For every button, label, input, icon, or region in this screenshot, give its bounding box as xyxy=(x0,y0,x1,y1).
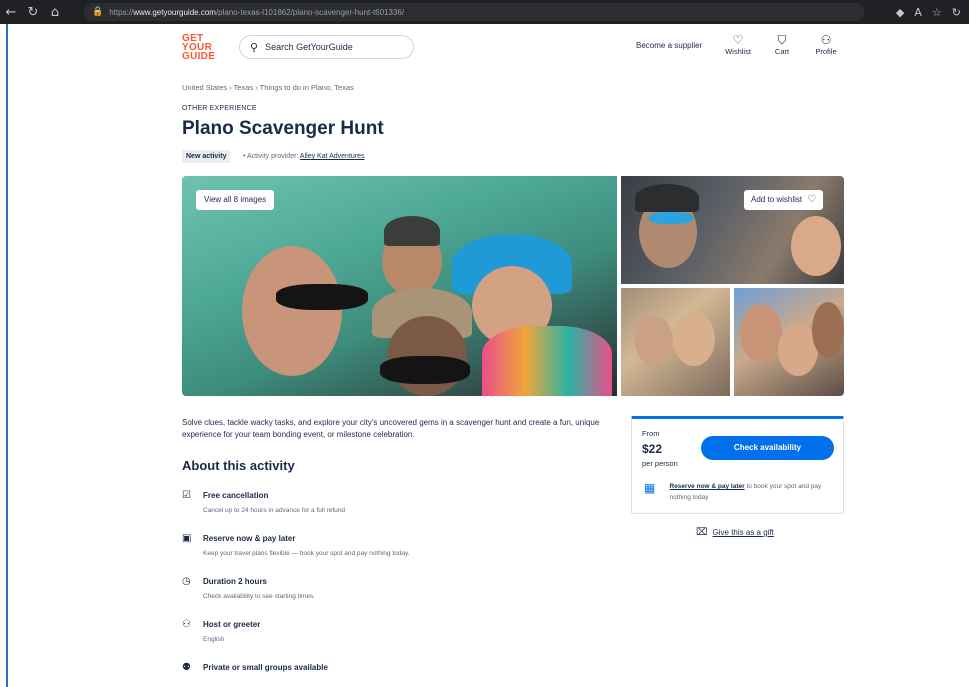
price-value: $22 xyxy=(642,442,663,456)
url-prefix: https:// xyxy=(109,7,134,17)
check-availability-button[interactable]: Check availability xyxy=(701,436,834,460)
read-aloud-icon[interactable]: A xyxy=(914,6,922,19)
wishlist-button[interactable]: ♡ Wishlist xyxy=(718,33,758,56)
browser-toolbar: ← ↻ ⌂ 🔒 https://www.getyourguide.com/pla… xyxy=(0,0,969,24)
feature-detail: Cancel up to 24 hours in advance for a f… xyxy=(203,507,346,514)
provider-prefix: • Activity provider: xyxy=(243,153,299,160)
feature-host: ⚇ Host or greeter English xyxy=(182,619,582,643)
photo-person xyxy=(791,216,841,276)
gift-icon: ⌧ xyxy=(696,527,708,538)
getyourguide-logo[interactable]: GET YOUR GUIDE xyxy=(182,34,216,62)
window-frame xyxy=(0,24,8,687)
photo-person xyxy=(673,312,715,366)
activity-category: OTHER EXPERIENCE xyxy=(182,105,257,112)
photo-cap xyxy=(635,184,699,212)
about-heading: About this activity xyxy=(182,458,295,473)
cart-label: Cart xyxy=(774,47,790,56)
cart-button[interactable]: ⛉ Cart xyxy=(762,33,802,56)
gallery-photo-bottom-left[interactable] xyxy=(621,288,730,396)
booking-card: From $22 per person Check availability ▦… xyxy=(631,416,844,514)
profile-button[interactable]: ⚇ Profile xyxy=(806,33,846,56)
feature-detail: Keep your travel plans flexible — book y… xyxy=(203,550,410,557)
activity-description: Solve clues, tackle wacky tasks, and exp… xyxy=(182,418,600,439)
provider-link[interactable]: Alley Kat Adventures xyxy=(300,153,365,160)
photo-sunglasses xyxy=(276,284,368,310)
search-placeholder: Search GetYourGuide xyxy=(265,42,353,52)
reserve-note: ▦ Reserve now & pay later to book your s… xyxy=(644,481,838,503)
photo-hat xyxy=(384,216,440,246)
reserve-now-link[interactable]: Reserve now & pay later xyxy=(670,483,745,490)
person-speech-icon: ⚇ xyxy=(182,619,191,630)
price-from-label: From xyxy=(642,429,660,438)
give-as-gift-link[interactable]: ⌧ Give this as a gift xyxy=(696,527,774,538)
feature-title: Host or greeter xyxy=(203,620,261,629)
heart-icon: ♡ xyxy=(807,194,817,205)
back-icon[interactable]: ← xyxy=(0,0,22,24)
main-photo[interactable]: View all 8 images xyxy=(182,176,617,396)
photo-person xyxy=(740,304,782,362)
feature-duration: ◷ Duration 2 hours Check availability to … xyxy=(182,576,582,600)
view-all-images-button[interactable]: View all 8 images xyxy=(196,190,275,210)
home-icon[interactable]: ⌂ xyxy=(44,0,66,24)
add-to-wishlist-button[interactable]: Add to wishlist ♡ xyxy=(744,190,824,210)
breadcrumb[interactable]: United States › Texas › Things to do in … xyxy=(182,83,354,92)
feature-detail: English xyxy=(203,636,225,643)
heart-icon: ♡ xyxy=(732,33,744,47)
page-title: Plano Scavenger Hunt xyxy=(182,118,384,139)
photo-sunglasses xyxy=(380,356,470,384)
photo-sunglasses xyxy=(649,212,693,224)
address-bar[interactable]: 🔒 https://www.getyourguide.com/plano-tex… xyxy=(84,3,864,21)
photo-person xyxy=(635,316,673,366)
become-supplier-link[interactable]: Become a supplier xyxy=(636,41,702,50)
feature-title: Reserve now & pay later xyxy=(203,534,296,543)
gallery-photo-top-right[interactable]: Add to wishlist ♡ xyxy=(621,176,844,284)
wishlist-label: Wishlist xyxy=(725,47,751,56)
calendar-check-icon: ☑ xyxy=(182,490,191,501)
image-gallery: View all 8 images Add to wishlist ♡ xyxy=(182,176,844,396)
activity-provider: • Activity provider: Alley Kat Adventure… xyxy=(243,153,365,160)
search-input[interactable]: ⚲ Search GetYourGuide xyxy=(239,35,414,59)
feature-reserve-pay-later: ▣ Reserve now & pay later Keep your trave… xyxy=(182,533,582,557)
new-activity-badge: New activity xyxy=(182,150,231,163)
url-host: www.getyourguide.com xyxy=(133,7,216,17)
feature-free-cancellation: ☑ Free cancellation Cancel up to 24 hours… xyxy=(182,490,582,514)
photo-person xyxy=(812,302,844,358)
card-clock-icon: ▣ xyxy=(182,533,192,544)
group-icon: ⚉ xyxy=(182,662,191,673)
logo-line: GUIDE xyxy=(182,51,216,62)
feature-detail: Check availability to see starting times… xyxy=(203,593,315,600)
refresh-icon[interactable]: ↻ xyxy=(22,0,44,24)
feature-title: Duration 2 hours xyxy=(203,577,268,586)
gallery-photo-bottom-right[interactable] xyxy=(734,288,844,396)
gift-label: Give this as a gift xyxy=(712,528,774,537)
feature-groups: ⚉ Private or small groups available xyxy=(182,662,582,673)
cart-icon: ⛉ xyxy=(777,33,787,47)
search-icon: ⚲ xyxy=(250,40,259,54)
profile-label: Profile xyxy=(815,47,837,56)
add-to-wishlist-label: Add to wishlist xyxy=(751,195,803,204)
copilot-icon[interactable]: ↻ xyxy=(952,6,961,19)
price-per-label: per person xyxy=(642,459,678,468)
extension-icon[interactable]: ◆ xyxy=(896,6,904,19)
calendar-clock-icon: ▦ xyxy=(644,481,656,495)
feature-title: Free cancellation xyxy=(203,491,269,500)
photo-person xyxy=(242,246,342,376)
url-path: /plano-texas-l101862/plano-scavenger-hun… xyxy=(215,7,405,17)
lock-icon: 🔒 xyxy=(92,7,104,17)
favorite-star-icon[interactable]: ☆ xyxy=(932,6,942,19)
clock-icon: ◷ xyxy=(182,576,191,587)
photo-colorful-shirt xyxy=(482,326,612,396)
feature-title: Private or small groups available xyxy=(203,663,328,672)
profile-icon: ⚇ xyxy=(820,33,832,47)
